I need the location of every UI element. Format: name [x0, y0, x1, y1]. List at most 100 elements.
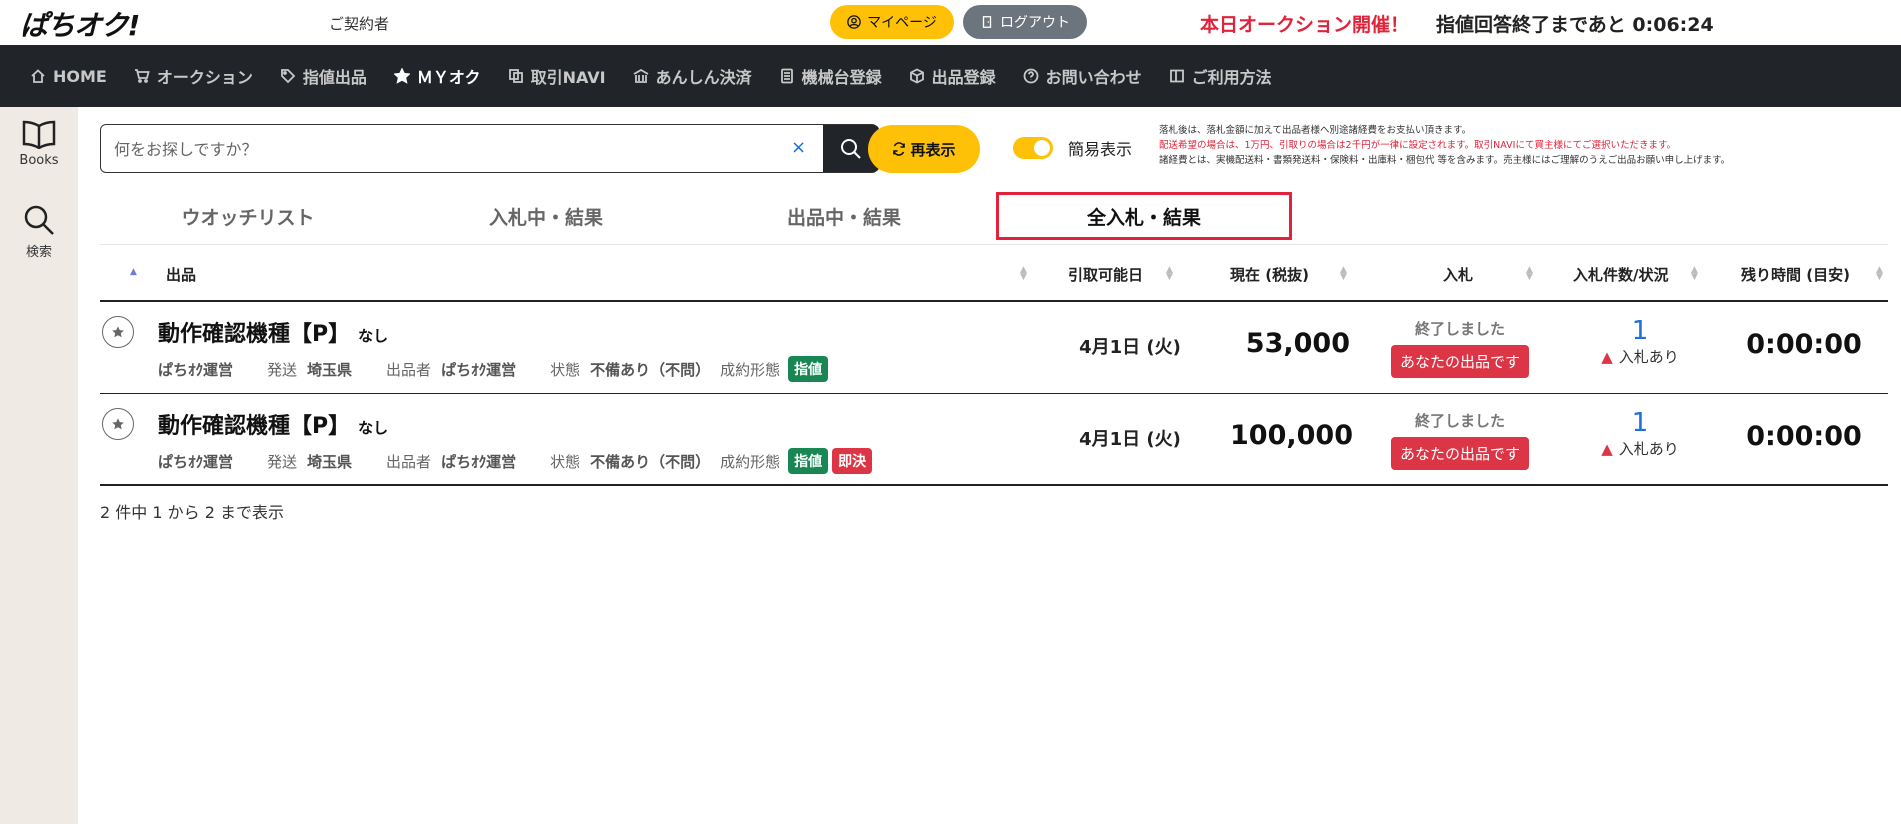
mypage-button[interactable]: マイページ [830, 5, 954, 39]
pickup-date: 4月1日 (火) [1079, 337, 1181, 358]
limit-price-badge: 指値 [788, 356, 829, 382]
site-logo[interactable]: ぱちオク! [20, 4, 140, 44]
fee-note-2: 配送希望の場合は、1万円、引取りの場合は2千円が一律に設定されます。取引NAVI… [1159, 140, 1676, 151]
main-nav: HOME オークション 指値出品 ＭＹオク 取引NAVI あんしん決済 機械台登… [0, 45, 1901, 107]
fee-notes: 落札後は、落札金額に加えて出品者様へ別途諸経費をお支払い頂きます。 配送希望の場… [1159, 123, 1730, 168]
clear-search-icon[interactable]: × [791, 137, 806, 158]
tab-watchlist[interactable]: ウオッチリスト [100, 192, 396, 240]
sort-icon[interactable]: ▲ ▼ [1166, 266, 1173, 282]
nav-label: あんしん決済 [655, 68, 752, 87]
your-listing-badge: あなたの出品です [1390, 437, 1529, 470]
watch-star-button[interactable] [102, 316, 134, 348]
pickup-date: 4月1日 (火) [1079, 429, 1181, 450]
table-row[interactable]: 動作確認機種【P】 なし ぱちｵｸ運営 発送 埼玉県 出品者 ぱちｵｸ運営 状態 … [100, 302, 1888, 394]
sort-icon[interactable]: ▲ ▼ [1691, 266, 1698, 282]
refresh-button[interactable]: 再表示 [868, 125, 980, 173]
nav-item-home[interactable]: HOME [30, 67, 107, 86]
ship-key: 発送 [267, 452, 298, 471]
sidebar-item-books[interactable]: Books [0, 119, 78, 168]
nav-label: 取引NAVI [530, 68, 606, 87]
search-input[interactable] [114, 136, 754, 162]
sort-icon[interactable]: ▲ ▼ [1340, 266, 1347, 282]
nav-item-listing-register[interactable]: 出品登録 [909, 64, 996, 88]
nav-item-limit-listing[interactable]: 指値出品 [280, 64, 367, 88]
nav-item-trade-navi[interactable]: 取引NAVI [508, 64, 606, 88]
tab-listing-results[interactable]: 出品中・結果 [696, 192, 992, 240]
left-sidebar: Books 検索 [0, 107, 78, 824]
nav-label: HOME [53, 66, 107, 86]
user-circle-icon [847, 15, 861, 29]
nav-label: 指値出品 [302, 68, 367, 87]
ship-value: 埼玉県 [307, 360, 353, 379]
table-header: ▲ 出品 ▲ ▼ 引取可能日 ▲ ▼ 現在 (税抜) ▲ ▼ 入札 ▲ ▼ 入札件数/状… [100, 244, 1888, 302]
top-bar: ぱちオク! ご契約者 マイページ ログアウト 本日オークション開催！ 指値回答終… [0, 0, 1901, 45]
countdown-timer: 指値回答終了まであと 0:06:24 [1436, 14, 1714, 36]
nav-label: オークション [156, 68, 253, 87]
nav-item-contact[interactable]: お問い合わせ [1023, 64, 1142, 88]
watch-star-button[interactable] [102, 408, 134, 440]
tag-icon [280, 69, 296, 84]
nav-item-secure-payment[interactable]: あんしん決済 [633, 64, 752, 88]
current-price: 100,000 [1230, 420, 1353, 451]
warning-icon: ▲ [1601, 440, 1613, 458]
bid-status: 終了しました あなたの出品です [1360, 410, 1560, 470]
bid-alert: ▲ 入札あり [1601, 440, 1679, 458]
condition-value: 不備あり（不問） [590, 452, 711, 471]
col-header-bid[interactable]: 入札 [1443, 245, 1473, 303]
results-table: ▲ 出品 ▲ ▼ 引取可能日 ▲ ▼ 現在 (税抜) ▲ ▼ 入札 ▲ ▼ 入札件数/状… [100, 244, 1888, 486]
contract-key: 成約形態 [720, 452, 781, 471]
nav-item-howto[interactable]: ご利用方法 [1169, 64, 1272, 88]
tab-bidding-results[interactable]: 入札中・結果 [398, 192, 694, 240]
simple-view-toggle[interactable] [1013, 137, 1053, 159]
fee-note-1: 落札後は、落札金額に加えて出品者様へ別途諸経費をお支払い頂きます。 [1159, 125, 1472, 136]
col-header-bid-count[interactable]: 入札件数/状況 [1573, 245, 1668, 303]
exhibitor-key: 出品者 [386, 360, 432, 379]
bid-alert: ▲ 入札あり [1601, 348, 1679, 366]
logout-button[interactable]: ログアウト [963, 5, 1087, 39]
item-name: 動作確認機種【P】 [158, 322, 351, 347]
nav-item-machine-register[interactable]: 機械台登録 [779, 64, 882, 88]
book-icon [1169, 69, 1184, 83]
search-bar: × [100, 124, 879, 173]
copy-icon [508, 69, 523, 83]
status-ended: 終了しました [1414, 412, 1505, 430]
nav-item-myauction[interactable]: ＭＹオク [393, 64, 481, 88]
star-icon [112, 326, 124, 338]
nav-label: ご利用方法 [1191, 68, 1272, 87]
col-header-remaining[interactable]: 残り時間 (目安) [1741, 245, 1850, 303]
bid-count-link[interactable]: 1 [1570, 408, 1710, 438]
bid-alert-text: 入札あり [1618, 440, 1679, 458]
exhibitor-key: 出品者 [386, 452, 432, 471]
col-header-pickup-date[interactable]: 引取可能日 [1068, 245, 1143, 303]
cart-icon [134, 69, 150, 83]
sort-asc-icon[interactable]: ▲ [130, 268, 137, 277]
item-meta: ぱちｵｸ運営 発送 埼玉県 出品者 ぱちｵｸ運営 状態 不備あり（不問） 成約形… [158, 448, 876, 474]
refresh-icon [893, 142, 906, 156]
logout-label: ログアウト [1000, 15, 1070, 31]
home-icon [31, 69, 45, 83]
item-title[interactable]: 動作確認機種【P】 なし [158, 408, 388, 440]
fee-note-3: 諸経費とは、実機配送料・書類発送料・保険料・出庫料・梱包代 等を含みます。売主様… [1159, 155, 1731, 166]
sort-icon[interactable]: ▲ ▼ [1876, 266, 1883, 282]
mypage-label: マイページ [867, 15, 937, 31]
table-row[interactable]: 動作確認機種【P】 なし ぱちｵｸ運営 発送 埼玉県 出品者 ぱちｵｸ運営 状態 … [100, 394, 1888, 486]
sort-icon[interactable]: ▲ ▼ [1526, 266, 1533, 282]
item-title[interactable]: 動作確認機種【P】 なし [158, 316, 388, 348]
col-header-item[interactable]: 出品 [166, 245, 196, 303]
item-meta: ぱちｵｸ運営 発送 埼玉県 出品者 ぱちｵｸ運営 状態 不備あり（不問） 成約形… [158, 356, 832, 382]
nav-item-auction[interactable]: オークション [134, 64, 253, 88]
main-content: × 再表示 簡易表示 落札後は、落札金額に加えて出品者様へ別途諸経費をお支払い頂… [78, 107, 1901, 824]
col-header-current-price[interactable]: 現在 (税抜) [1230, 245, 1309, 303]
bid-count-link[interactable]: 1 [1570, 316, 1710, 346]
search-icon [841, 138, 861, 159]
door-icon [982, 16, 992, 28]
sidebar-item-search[interactable]: 検索 [0, 203, 78, 260]
warning-icon: ▲ [1601, 348, 1613, 366]
ship-value: 埼玉県 [307, 452, 353, 471]
contractor-label: ご契約者 [329, 15, 390, 33]
sort-icon[interactable]: ▲ ▼ [1020, 266, 1027, 282]
nav-label: 出品登録 [931, 68, 996, 87]
box-icon [909, 68, 924, 84]
tab-all-bids-results[interactable]: 全入札・結果 [996, 192, 1292, 240]
exhibitor-value: ぱちｵｸ運営 [441, 360, 517, 379]
